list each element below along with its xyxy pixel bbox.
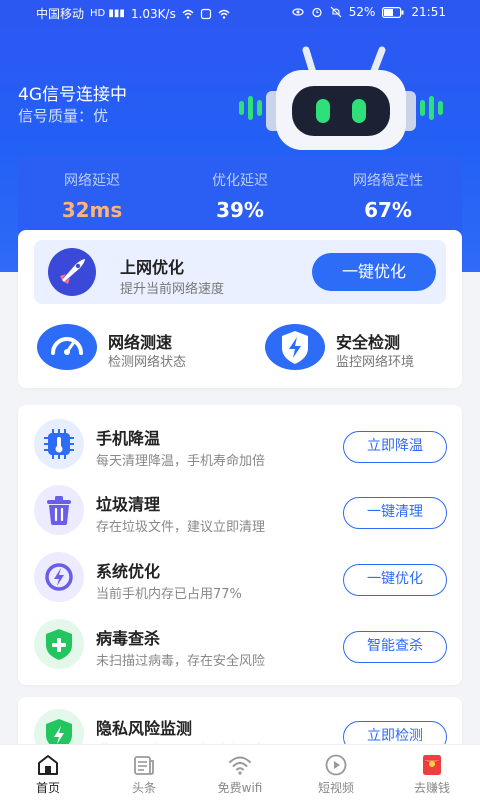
wifi-status-icon-2 (218, 9, 230, 19)
speed-test-title: 网络测速 (108, 333, 173, 352)
stat-stability-label: 网络稳定性 (353, 173, 423, 189)
shield-lightning-icon (265, 324, 325, 370)
tab-earn-money[interactable]: 去赚钱 (384, 745, 480, 800)
stat-optimized-latency-value: 39% (216, 198, 264, 222)
speedometer-icon (37, 324, 97, 370)
tab-home-label: 首页 (35, 781, 60, 795)
alarm-icon (312, 7, 322, 18)
security-check-feature[interactable]: 安全检测 监控网络环境 (264, 322, 474, 372)
battery-icon (382, 6, 404, 18)
system-optimize-subtitle: 当前手机内存已占用77% (96, 587, 242, 602)
one-click-optimize-button[interactable]: 一键优化 (312, 253, 436, 291)
mute-icon (330, 6, 342, 18)
network-stats-card: 网络延迟 32ms 优化延迟 39% 网络稳定性 67% (18, 156, 462, 236)
list-item: 手机降温 每天清理降温，手机寿命加倍 立即降温 (18, 409, 462, 475)
tab-earn-money-label: 去赚钱 (413, 781, 450, 795)
cool-down-button[interactable]: 立即降温 (343, 431, 447, 463)
red-envelope-icon (422, 755, 442, 775)
stat-stability-value: 67% (364, 198, 412, 222)
network-status-title: 4G信号连接中 (18, 85, 127, 105)
tab-short-video-label: 短视频 (317, 781, 354, 795)
signal-icon: HD ▮▮▮ (90, 8, 125, 19)
list-item: 系统优化 当前手机内存已占用77% 一键优化 (18, 542, 462, 608)
cool-down-title: 手机降温 (96, 429, 161, 448)
tab-news[interactable]: 头条 (96, 745, 192, 800)
stat-latency-label: 网络延迟 (64, 173, 120, 189)
junk-clean-button[interactable]: 一键清理 (343, 497, 447, 529)
video-icon (325, 754, 347, 776)
chip-thermometer-icon (34, 419, 84, 469)
stat-stability: 网络稳定性 67% (314, 170, 462, 222)
stat-latency-value: 32ms (61, 198, 123, 222)
stat-optimized-latency-label: 优化延迟 (212, 173, 268, 189)
list-item: 病毒查杀 未扫描过病毒，存在安全风险 智能查杀 (18, 609, 462, 675)
list-item: 垃圾清理 存在垃圾文件，建议立即清理 一键清理 (18, 475, 462, 541)
privacy-title: 隐私风险监测 (96, 719, 193, 738)
optimize-title: 上网优化 (120, 258, 185, 277)
tab-short-video[interactable]: 短视频 (288, 745, 384, 800)
network-speed: 1.03K/s (130, 6, 176, 21)
internet-optimize-panel[interactable]: 上网优化 提升当前网络速度 一键优化 (34, 240, 446, 304)
bottom-tab-bar: 首页 头条 免费wifi 短视频 去赚钱 (0, 744, 480, 800)
virus-scan-subtitle: 未扫描过病毒，存在安全风险 (96, 654, 266, 669)
virus-scan-title: 病毒查杀 (96, 629, 161, 648)
cool-down-subtitle: 每天清理降温，手机寿命加倍 (96, 454, 266, 469)
news-icon (134, 756, 154, 775)
virus-scan-button[interactable]: 智能查杀 (343, 631, 447, 663)
optimize-subtitle: 提升当前网络速度 (120, 282, 225, 297)
status-bar: 中国移动 HD ▮▮▮ 1.03K/s 52% 21:51 (0, 0, 480, 26)
tab-news-label: 头条 (131, 781, 156, 795)
speed-test-feature[interactable]: 网络测速 检测网络状态 (36, 322, 246, 372)
junk-clean-subtitle: 存在垃圾文件，建议立即清理 (96, 520, 266, 535)
eye-icon (292, 8, 304, 16)
robot-mascot-icon (239, 46, 443, 150)
stat-optimized-latency: 优化延迟 39% (166, 170, 314, 222)
wifi-icon (229, 756, 251, 775)
wifi-status-icon (182, 9, 194, 19)
system-optimize-title: 系统优化 (96, 562, 161, 581)
junk-clean-title: 垃圾清理 (96, 495, 161, 514)
network-quality: 信号质量：优 (18, 107, 109, 125)
virus-shield-icon (34, 619, 84, 669)
optimize-card: 上网优化 提升当前网络速度 一键优化 网络测速 检测网络状态 安全检测 监控网络… (18, 230, 462, 388)
system-optimize-button[interactable]: 一键优化 (343, 564, 447, 596)
speed-test-subtitle: 检测网络状态 (108, 355, 187, 370)
app-notification-icon (200, 8, 211, 19)
tab-free-wifi[interactable]: 免费wifi (192, 745, 288, 800)
clock: 21:51 (411, 5, 446, 19)
system-lightning-icon (34, 552, 84, 602)
carrier-label: 中国移动 (36, 7, 85, 21)
tab-free-wifi-label: 免费wifi (217, 781, 263, 795)
security-check-title: 安全检测 (336, 333, 401, 352)
stat-latency: 网络延迟 32ms (18, 170, 166, 222)
tools-card: 手机降温 每天清理降温，手机寿命加倍 立即降温 垃圾清理 存在垃圾文件，建议立即… (18, 405, 462, 685)
trash-icon (34, 485, 84, 535)
rocket-icon (48, 248, 96, 296)
tab-home[interactable]: 首页 (0, 745, 96, 800)
battery-percent: 52% (348, 5, 376, 19)
security-check-subtitle: 监控网络环境 (336, 355, 415, 370)
home-icon (38, 755, 58, 775)
